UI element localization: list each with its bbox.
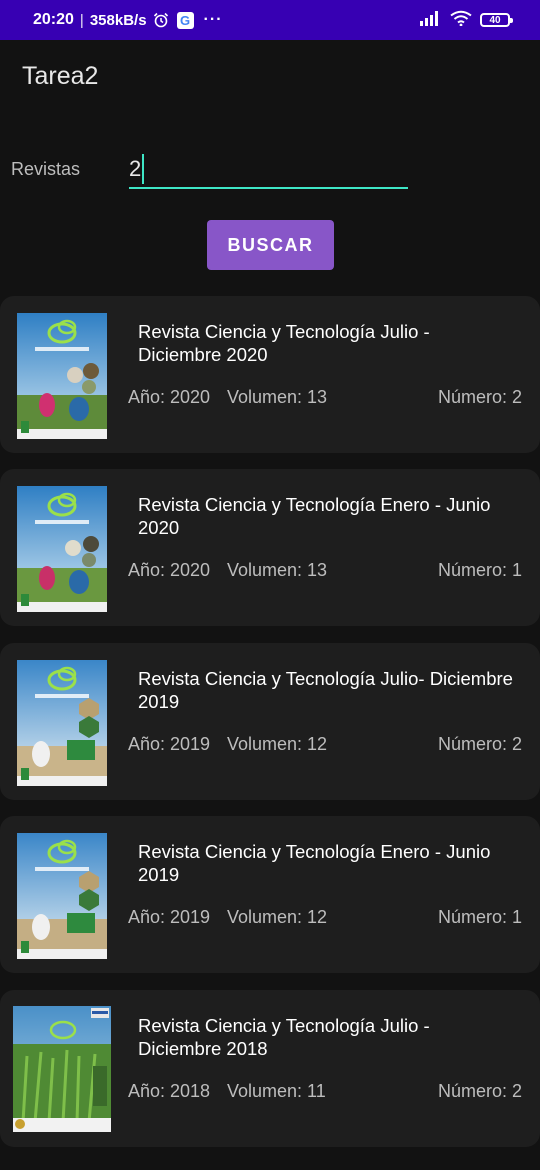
- more-notifications-icon: ···: [203, 11, 223, 28]
- journal-volume: Volumen: 12: [227, 907, 328, 927]
- journal-volume: Volumen: 13: [227, 387, 328, 407]
- journal-year: Año: 2018: [128, 1081, 211, 1101]
- journal-title: Revista Ciencia y Tecnología Julio- Dici…: [138, 668, 513, 712]
- journal-title: Revista Ciencia y Tecnología Julio - Dic…: [138, 321, 430, 365]
- journal-number: Número: 2: [437, 387, 522, 407]
- journal-cover-image: [13, 1006, 111, 1132]
- journal-number: Número: 1: [437, 560, 522, 580]
- battery-icon: 40: [480, 13, 513, 27]
- journal-volume: Volumen: 13: [227, 560, 328, 580]
- wifi-icon: [450, 10, 472, 30]
- journal-card[interactable]: Revista Ciencia y Tecnología Julio - Dic…: [0, 990, 540, 1147]
- search-input-value: 2: [129, 156, 142, 181]
- journal-number: Número: 2: [437, 734, 522, 754]
- alarm-clock-icon: [153, 12, 169, 28]
- cell-signal-icon: [420, 10, 442, 30]
- journal-title: Revista Ciencia y Tecnología Enero - Jun…: [138, 494, 491, 538]
- journal-volume: Volumen: 12: [227, 734, 328, 754]
- journal-card[interactable]: Revista Ciencia y Tecnología Julio - Dic…: [0, 296, 540, 453]
- journal-number: Número: 1: [437, 907, 522, 927]
- status-left: 20:20 | 358kB/s G ···: [33, 0, 223, 40]
- journal-cover-image: [17, 486, 107, 612]
- status-bar: 20:20 | 358kB/s G ··· 40: [0, 0, 540, 40]
- status-right: 40: [420, 0, 513, 40]
- journal-number: Número: 2: [437, 1081, 522, 1101]
- journal-year: Año: 2019: [128, 734, 211, 754]
- network-speed: 358kB/s: [89, 11, 147, 29]
- status-time: 20:20: [33, 11, 74, 28]
- journal-cover-image: [17, 833, 107, 959]
- journal-card[interactable]: Revista Ciencia y Tecnología Enero - Jun…: [0, 469, 540, 626]
- text-cursor: [142, 154, 145, 184]
- journal-year: Año: 2020: [128, 387, 211, 407]
- journal-card[interactable]: Revista Ciencia y Tecnología Enero - Jun…: [0, 816, 540, 973]
- journal-title: Revista Ciencia y Tecnología Enero - Jun…: [138, 841, 491, 885]
- search-input[interactable]: 2: [129, 152, 408, 189]
- search-label: Revistas: [11, 159, 81, 179]
- journal-year: Año: 2020: [128, 560, 211, 580]
- search-button[interactable]: BUSCAR: [207, 220, 334, 270]
- journal-cover-image: [17, 313, 107, 439]
- journal-year: Año: 2019: [128, 907, 211, 927]
- journal-cover-image: [17, 660, 107, 786]
- app-title: Tarea2: [22, 62, 99, 90]
- status-separator: |: [79, 11, 84, 29]
- journal-volume: Volumen: 11: [227, 1081, 326, 1101]
- journal-title: Revista Ciencia y Tecnología Julio - Dic…: [138, 1015, 430, 1059]
- journal-card[interactable]: Revista Ciencia y Tecnología Julio- Dici…: [0, 643, 540, 800]
- google-icon: G: [176, 11, 194, 29]
